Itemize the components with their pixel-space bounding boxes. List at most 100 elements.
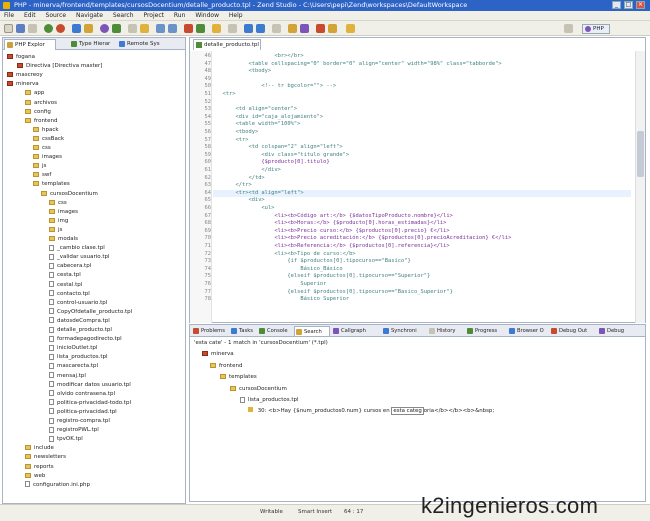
code-line[interactable]: {elseif $productos[0].tipocurso=="Superi… <box>216 273 430 280</box>
code-line[interactable]: {if $productos[0].tipocurso=="Basico"} <box>216 258 410 265</box>
explorer-tree-item[interactable]: config <box>25 108 51 116</box>
explorer-tree-item[interactable]: mascarecta.tpl <box>49 362 98 370</box>
explorer-tree-item[interactable]: olvido contrasena.tpl <box>49 390 115 398</box>
tab-debug-output[interactable]: Debug Out <box>550 326 596 336</box>
menu-edit[interactable]: Edit <box>20 11 40 21</box>
open-folder-icon[interactable] <box>140 24 149 33</box>
explorer-tree-item[interactable]: hpack <box>33 126 59 134</box>
explorer-tree-item[interactable]: contacto.tpl <box>49 290 90 298</box>
code-line[interactable]: <ul> <box>216 205 274 212</box>
editor-scroll-thumb[interactable] <box>637 131 644 177</box>
code-line[interactable]: <table width="100%"> <box>216 121 300 128</box>
code-line[interactable]: Básico_Básico <box>216 266 342 273</box>
close-button[interactable]: × <box>636 1 645 9</box>
explorer-tree-item[interactable]: css <box>49 199 67 207</box>
navigate-icon[interactable] <box>316 24 325 33</box>
explorer-tree-item[interactable]: cursosDocentium <box>41 190 98 198</box>
highlight-icon[interactable] <box>328 24 337 33</box>
search-tree-item[interactable]: cursosDocentium <box>230 385 287 393</box>
menu-navigate[interactable]: Navigate <box>72 11 107 21</box>
forward-icon[interactable] <box>168 24 177 33</box>
tab-type-hierarchy[interactable]: Type Hierar <box>69 39 115 50</box>
code-line[interactable]: <li><b>Referencia:</b> {$productos[0].re… <box>216 243 449 250</box>
bookmark-icon[interactable] <box>212 24 221 33</box>
code-area[interactable]: 46 47 48 49 50 51 52 53 54 55 56 57 58 59 60 61 62 63 64 65… <box>190 51 636 323</box>
explorer-tree-item[interactable]: modificar datos usuario.tpl <box>49 381 131 389</box>
print-icon[interactable] <box>28 24 37 33</box>
open-type-icon[interactable] <box>112 24 121 33</box>
tab-problems[interactable]: Problems <box>192 326 228 336</box>
explorer-tree-item[interactable]: cestal.tpl <box>49 281 82 289</box>
tab-php-explorer[interactable]: PHP Explor <box>4 39 56 50</box>
explorer-tree-item[interactable]: templates <box>33 180 70 188</box>
menu-source[interactable]: Source <box>42 11 71 21</box>
refresh-icon[interactable] <box>196 24 205 33</box>
code-line[interactable]: <td align="center"> <box>216 106 297 113</box>
pin-icon[interactable] <box>272 24 281 33</box>
explorer-tree-item[interactable]: swf <box>33 171 51 179</box>
code-line[interactable]: <li><b>Horas:</b> {$producto[0].horas_es… <box>216 220 446 227</box>
toggle-icon[interactable] <box>228 24 237 33</box>
tab-history[interactable]: History <box>428 326 464 336</box>
external-tools-icon[interactable] <box>72 24 81 33</box>
tab-console[interactable]: Console <box>258 326 292 336</box>
explorer-tree-item[interactable]: politica-privacidad.tpl <box>49 408 117 416</box>
explorer-tree-item[interactable]: modals <box>49 235 78 243</box>
explorer-tree-item[interactable]: _validar usuario.tpl <box>49 253 110 261</box>
explorer-tree-item[interactable]: formadepagodirecto.tpl <box>49 335 122 343</box>
tab-synchronize[interactable]: Synchroni <box>382 326 426 336</box>
code-line[interactable]: <li><b>Código art:</b> {$datosTipoProduc… <box>216 213 453 220</box>
stop-icon[interactable] <box>184 24 193 33</box>
menu-run[interactable]: Run <box>170 11 190 21</box>
php-icon[interactable] <box>100 24 109 33</box>
explorer-tree-item[interactable]: css <box>33 144 51 152</box>
debug-icon[interactable] <box>56 24 65 33</box>
tools-icon[interactable] <box>288 24 297 33</box>
search-tree-item[interactable]: templates <box>220 373 257 381</box>
explorer-tree-item[interactable]: cssBack <box>33 135 64 143</box>
arrow-left-icon[interactable] <box>244 24 253 33</box>
code-line[interactable]: <tbody> <box>216 129 258 136</box>
open-perspective-icon[interactable] <box>564 24 573 33</box>
code-line[interactable]: </td> <box>216 175 264 182</box>
code-line[interactable]: {$producto[0].titulo} <box>216 159 329 166</box>
menu-file[interactable]: File <box>0 11 18 21</box>
code-line[interactable]: Superior <box>216 281 326 288</box>
explorer-tree-item[interactable]: mensaj.tpl <box>49 372 86 380</box>
editor-vertical-scrollbar[interactable] <box>635 51 645 323</box>
explorer-tree-item[interactable]: archivos <box>25 99 57 107</box>
save-icon[interactable] <box>16 24 25 33</box>
new-icon[interactable] <box>4 24 13 33</box>
search-icon[interactable] <box>128 24 137 33</box>
explorer-tree-item[interactable]: _cambio clase.tpl <box>49 244 105 252</box>
arrow-right-icon[interactable] <box>256 24 265 33</box>
code-line[interactable]: </tr> <box>216 182 251 189</box>
explorer-tree-item[interactable]: politica-privacidad-todo.tpl <box>49 399 131 407</box>
explorer-tree-item[interactable]: detalle_producto.tpl <box>49 326 112 334</box>
explorer-tree-item[interactable]: js <box>49 226 62 234</box>
explorer-tree-item[interactable]: images <box>49 208 78 216</box>
search-tree-item[interactable]: minerva <box>202 350 234 358</box>
explorer-tree-item[interactable]: include <box>25 444 54 452</box>
explorer-tree-item[interactable]: cesta.tpl <box>49 271 81 279</box>
back-icon[interactable] <box>156 24 165 33</box>
explorer-tree-item[interactable]: img <box>49 217 68 225</box>
menu-window[interactable]: Window <box>191 11 223 21</box>
code-line[interactable]: Básico Superior <box>216 296 349 303</box>
explorer-tree-item[interactable]: minerva <box>7 80 39 88</box>
search-tree-item[interactable]: frontend <box>210 362 242 370</box>
explorer-tree-item[interactable]: CopyOfdetalle_producto.tpl <box>49 308 132 316</box>
tab-remote-systems[interactable]: Remote Sys <box>117 39 167 50</box>
explorer-tree-item[interactable]: registroPWL.tpl <box>49 426 99 434</box>
explorer-tree-item[interactable]: frontend <box>25 117 57 125</box>
code-line[interactable]: <div> <box>216 197 264 204</box>
maximize-button[interactable]: □ <box>624 1 633 9</box>
explorer-tree-item[interactable]: cabecera.tpl <box>49 262 91 270</box>
code-line[interactable]: <td colspan="2" align="left"> <box>216 144 342 151</box>
tab-tasks[interactable]: Tasks <box>230 326 256 336</box>
explorer-tree-item[interactable]: web <box>25 472 45 480</box>
menu-project[interactable]: Project <box>139 11 168 21</box>
run-icon[interactable] <box>44 24 53 33</box>
explorer-tree-item[interactable]: mascreoy <box>7 71 43 79</box>
code-line[interactable]: <li><b>Precio curso:</b> {$productos[0].… <box>216 228 449 235</box>
